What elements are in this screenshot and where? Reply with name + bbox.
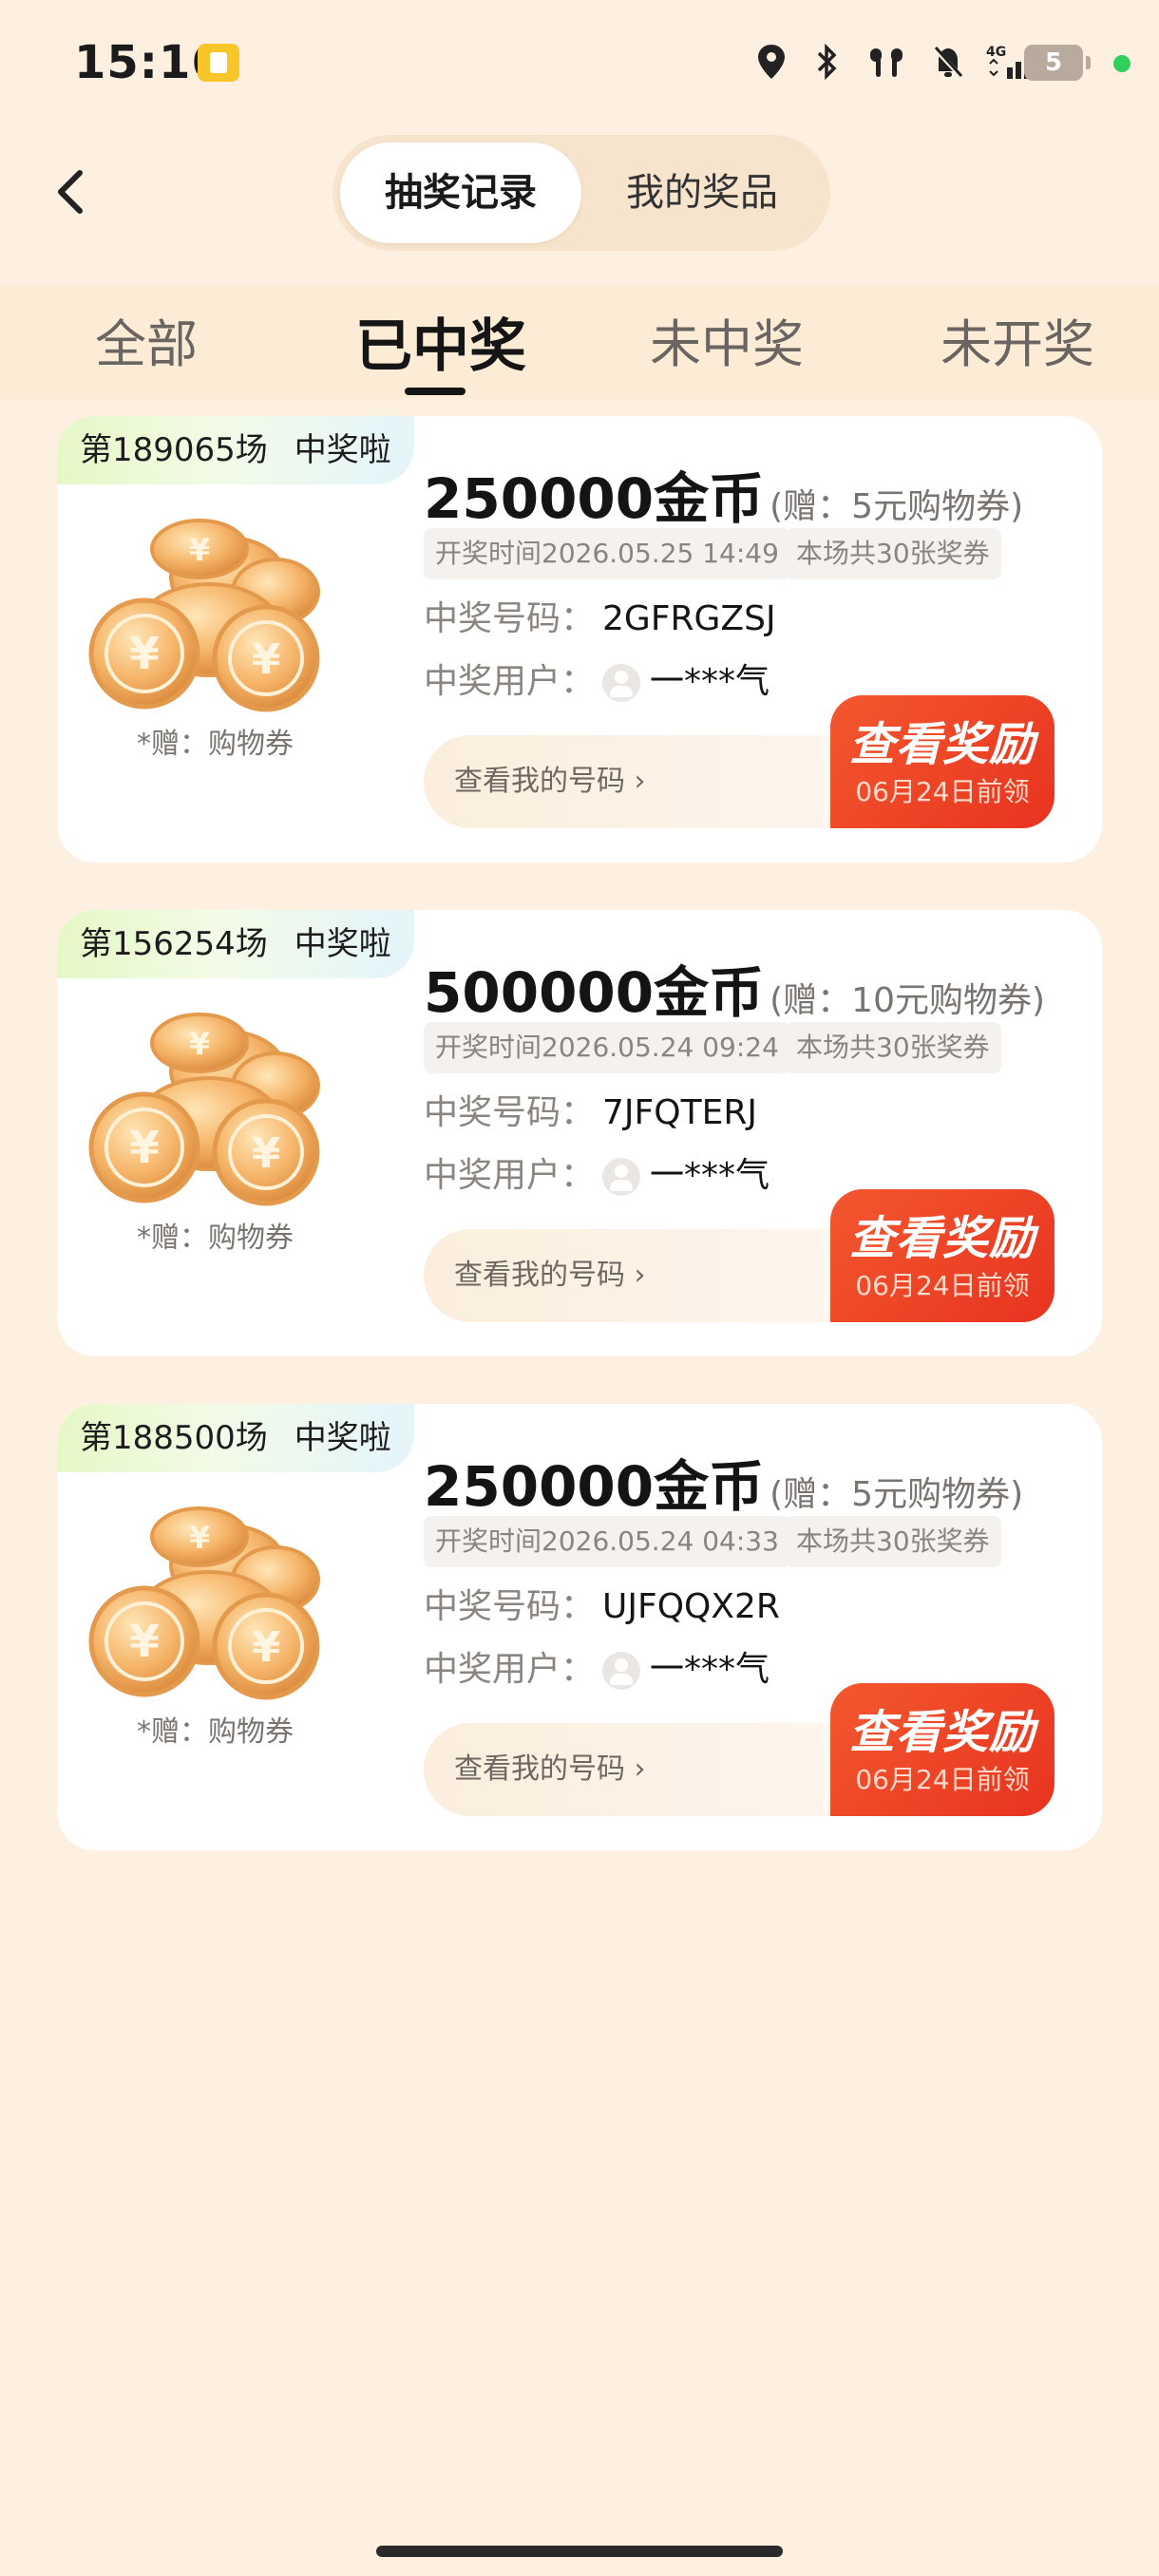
prize-gift: (赠：10元购物券) <box>770 981 1046 1020</box>
gift-note: *赠：购物券 <box>137 728 294 761</box>
win-user-row: 中奖用户： 一***气 <box>424 653 770 703</box>
user-avatar-icon <box>602 664 641 702</box>
session-badge: 第189065场 中奖啦 <box>57 416 414 484</box>
view-reward-label: 查看奖励 <box>848 718 1036 771</box>
ticket-count-tag: 本场共30张奖券 <box>785 1516 1001 1567</box>
coin-pile-icon <box>86 1489 342 1708</box>
prize-title: 250000金币 (赠：5元购物券) <box>424 1442 1023 1522</box>
view-my-code-link[interactable]: 查看我的号码 › <box>454 1229 646 1322</box>
win-code-label: 中奖号码： <box>424 1093 596 1132</box>
win-user-label: 中奖用户： <box>424 662 596 701</box>
earbuds-icon <box>870 48 902 77</box>
clipboard-app-icon <box>198 44 239 82</box>
status-icons: 4G <box>754 38 1045 85</box>
win-code-value: UJFQQX2R <box>602 1587 780 1626</box>
session-number: 第189065场 <box>80 431 268 469</box>
view-reward-label: 查看奖励 <box>848 1706 1036 1759</box>
win-user-value: 一***气 <box>650 1650 770 1689</box>
claim-deadline: 06月24日前领 <box>855 1764 1030 1795</box>
active-indicator-dot <box>1113 55 1130 72</box>
draw-time-tag: 开奖时间2026.05.25 14:49 <box>424 528 790 579</box>
win-code-row: 中奖号码： UJFQQX2R <box>424 1579 780 1628</box>
svg-text:4G: 4G <box>986 45 1006 60</box>
back-button[interactable] <box>44 163 101 220</box>
win-code-row: 中奖号码： 2GFRGZSJ <box>424 591 776 640</box>
view-my-code-link[interactable]: 查看我的号码 › <box>454 1723 646 1816</box>
prize-gift: (赠：5元购物券) <box>770 1475 1024 1514</box>
draw-time-tag: 开奖时间2026.05.24 04:33 <box>424 1516 790 1567</box>
view-my-code-link[interactable]: 查看我的号码 › <box>454 735 646 828</box>
win-user-row: 中奖用户： 一***气 <box>424 1641 770 1691</box>
gift-note: *赠：购物券 <box>137 1715 294 1749</box>
win-code-label: 中奖号码： <box>424 599 596 638</box>
win-user-row: 中奖用户： 一***气 <box>424 1147 770 1197</box>
user-avatar-icon <box>602 1158 641 1196</box>
tab-active-indicator <box>405 388 466 395</box>
bell-muted-icon <box>933 46 963 79</box>
draw-time-tag: 开奖时间2026.05.24 09:24 <box>424 1022 790 1073</box>
tab-won[interactable]: 已中奖 <box>355 300 526 383</box>
session-badge: 第188500场 中奖啦 <box>57 1404 414 1472</box>
bluetooth-icon <box>817 43 837 81</box>
segment-draw-records[interactable]: 抽奖记录 <box>340 142 581 243</box>
win-user-value: 一***气 <box>650 662 770 701</box>
prize-gift: (赠：5元购物券) <box>770 487 1024 526</box>
win-user-value: 一***气 <box>650 1156 770 1195</box>
view-reward-button[interactable]: 查看奖励 06月24日前领 <box>830 1683 1054 1816</box>
tab-all[interactable]: 全部 <box>95 302 198 377</box>
win-label: 中奖啦 <box>294 431 391 469</box>
claim-deadline: 06月24日前领 <box>855 1270 1030 1301</box>
user-avatar-icon <box>602 1652 641 1690</box>
tab-not-drawn[interactable]: 未开奖 <box>940 302 1094 377</box>
prize-title: 500000金币 (赠：10元购物券) <box>424 948 1045 1028</box>
win-code-label: 中奖号码： <box>424 1587 596 1626</box>
action-bar: 查看我的号码 › 查看奖励 06月24日前领 <box>424 1683 1054 1816</box>
prize-amount: 250000金币 <box>424 1454 765 1519</box>
segment-my-prizes[interactable]: 我的奖品 <box>581 142 823 243</box>
gift-note: *赠：购物券 <box>137 1222 294 1255</box>
tab-not-won[interactable]: 未中奖 <box>650 302 804 377</box>
action-bar: 查看我的号码 › 查看奖励 06月24日前领 <box>424 1189 1054 1322</box>
win-label: 中奖啦 <box>294 925 391 963</box>
status-bar: 15:16 4G 5 <box>0 0 1159 123</box>
coin-pile-icon <box>86 502 342 720</box>
win-code-value: 2GFRGZSJ <box>602 599 776 638</box>
session-badge: 第156254场 中奖啦 <box>57 910 414 978</box>
win-code-row: 中奖号码： 7JFQTERJ <box>424 1085 757 1134</box>
win-user-label: 中奖用户： <box>424 1156 596 1195</box>
claim-deadline: 06月24日前领 <box>855 776 1030 807</box>
prize-title: 250000金币 (赠：5元购物券) <box>424 454 1023 534</box>
ticket-count-tag: 本场共30张奖券 <box>785 1022 1001 1073</box>
view-reward-button[interactable]: 查看奖励 06月24日前领 <box>830 1189 1054 1322</box>
prize-amount: 500000金币 <box>424 960 765 1025</box>
segment-control: 抽奖记录 我的奖品 <box>332 135 830 251</box>
action-bar: 查看我的号码 › 查看奖励 06月24日前领 <box>424 695 1054 828</box>
location-icon <box>758 45 785 79</box>
win-user-label: 中奖用户： <box>424 1650 596 1689</box>
session-number: 第156254场 <box>80 925 268 963</box>
win-record-card[interactable]: 第156254场 中奖啦 *赠：购物券 500000金币 (赠：10元购物券) 开奖… <box>57 910 1102 1356</box>
filter-tabs: 全部 已中奖 未中奖 未开奖 <box>0 285 1159 399</box>
session-number: 第188500场 <box>80 1419 268 1457</box>
win-record-card[interactable]: 第189065场 中奖啦 *赠：购物券 250000金币 (赠：5元购物券) 开奖时… <box>57 416 1102 862</box>
battery-icon: 5 <box>1024 45 1091 81</box>
coin-pile-icon <box>86 995 342 1214</box>
win-code-value: 7JFQTERJ <box>602 1093 757 1132</box>
prize-amount: 250000金币 <box>424 466 765 531</box>
home-indicator[interactable] <box>376 2546 783 2557</box>
win-record-card[interactable]: 第188500场 中奖啦 *赠：购物券 250000金币 (赠：5元购物券) 开奖时… <box>57 1404 1102 1850</box>
ticket-count-tag: 本场共30张奖券 <box>785 528 1001 579</box>
view-reward-button[interactable]: 查看奖励 06月24日前领 <box>830 695 1054 828</box>
win-label: 中奖啦 <box>294 1419 391 1457</box>
view-reward-label: 查看奖励 <box>848 1212 1036 1265</box>
